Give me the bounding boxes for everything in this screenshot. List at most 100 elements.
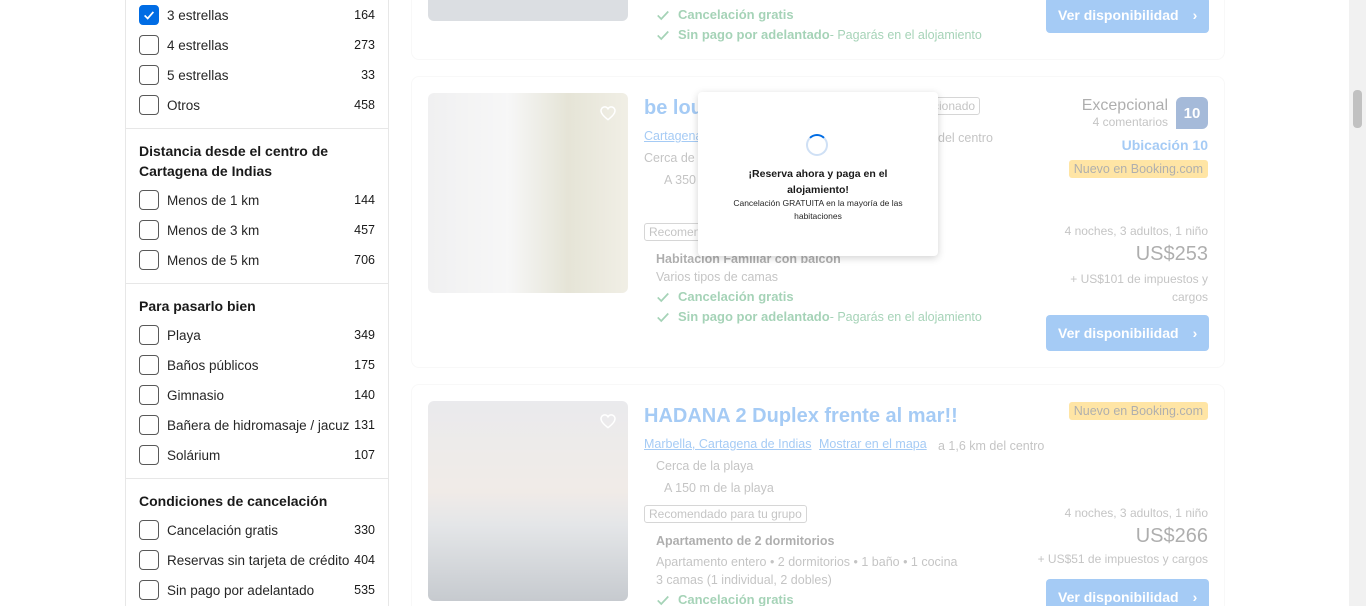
loading-subtitle: Cancelación GRATUITA en la mayoría de la… — [733, 198, 903, 221]
beach-distance: A 150 m de la playa — [664, 481, 774, 495]
filter-distance-3km[interactable]: Menos de 3 km 457 — [139, 215, 375, 245]
checkbox-checked[interactable] — [139, 5, 159, 25]
filter-count: 404 — [354, 553, 375, 567]
no-prepayment-label: Sin pago por adelantado — [678, 309, 830, 324]
scrollbar-thumb[interactable] — [1353, 90, 1362, 128]
no-prepayment-label: Sin pago por adelantado — [678, 27, 830, 42]
distance-text: del centro — [938, 131, 993, 145]
vertical-scrollbar[interactable] — [1349, 0, 1366, 606]
loading-dialog: ¡Reserva ahora y paga en el alojamiento!… — [698, 92, 938, 256]
filter-solarium[interactable]: Solárium 107 — [139, 440, 375, 470]
filter-group-stars: 3 estrellas 164 4 estrellas 273 5 estrel… — [126, 0, 388, 129]
property-title[interactable]: be lou — [644, 97, 703, 120]
review-block[interactable]: Excepcional 4 comentarios — [1082, 97, 1168, 129]
property-photo[interactable] — [428, 401, 628, 601]
filter-gym[interactable]: Gimnasio 140 — [139, 380, 375, 410]
filter-free-cancel[interactable]: Cancelación gratis 330 — [139, 515, 375, 545]
checkbox[interactable] — [139, 355, 159, 375]
filter-count: 535 — [354, 583, 375, 597]
filter-distance-1km[interactable]: Menos de 1 km 144 — [139, 185, 375, 215]
new-on-booking-badge: Nuevo en Booking.com — [1068, 160, 1208, 178]
filter-count: 140 — [354, 388, 375, 402]
loading-title: ¡Reserva ahora y paga en el alojamiento! — [748, 168, 888, 196]
no-prepayment: Sin pago por adelantado - Pagarás en el … — [656, 27, 982, 42]
see-availability-button[interactable]: Ver disponibilidad › — [1046, 0, 1209, 33]
stay-details: 4 noches, 3 adultos, 1 niño — [1064, 224, 1208, 238]
property-photo[interactable] — [428, 93, 628, 293]
filter-no-prepayment[interactable]: Sin pago por adelantado 535 — [139, 575, 375, 605]
chevron-right-icon: › — [1192, 589, 1198, 605]
filter-no-credit-card[interactable]: Reservas sin tarjeta de crédito 404 — [139, 545, 375, 575]
heart-icon[interactable] — [596, 101, 620, 125]
checkbox[interactable] — [139, 415, 159, 435]
checkbox[interactable] — [139, 520, 159, 540]
filter-distance-5km[interactable]: Menos de 5 km 706 — [139, 245, 375, 275]
filter-other-stars[interactable]: Otros 458 — [139, 90, 375, 120]
heart-icon[interactable] — [596, 409, 620, 433]
button-label: Ver disponibilidad — [1058, 325, 1179, 341]
see-availability-button[interactable]: Ver disponibilidad › — [1046, 315, 1209, 351]
filter-5-stars[interactable]: 5 estrellas 33 — [139, 60, 375, 90]
bed-types: 3 camas (1 individual, 2 dobles) — [656, 573, 832, 587]
location-score: Ubicación 10 — [1121, 137, 1208, 153]
filter-4-stars[interactable]: 4 estrellas 273 — [139, 30, 375, 60]
filter-count: 144 — [354, 193, 375, 207]
filter-group-fun: Para pasarlo bien Playa 349 Baños públic… — [126, 284, 388, 479]
filter-3-stars[interactable]: 3 estrellas 164 — [139, 0, 375, 30]
free-cancellation-label: Cancelación gratis — [678, 7, 794, 22]
location-link[interactable]: Marbella, Cartagena de Indias — [644, 437, 811, 451]
checkbox[interactable] — [139, 325, 159, 345]
free-cancellation-label: Cancelación gratis — [678, 592, 794, 606]
bed-types: Varios tipos de camas — [656, 270, 779, 284]
filter-group-title: Distancia desde el centro de Cartagena d… — [139, 143, 329, 179]
show-on-map-link[interactable]: Mostrar en el mapa — [819, 437, 927, 451]
filter-label: Baños públicos — [167, 357, 259, 373]
checkbox[interactable] — [139, 250, 159, 270]
filter-count: 164 — [354, 8, 375, 22]
filter-beach[interactable]: Playa 349 — [139, 320, 375, 350]
filter-label: Gimnasio — [167, 387, 225, 403]
no-prepayment-note: - Pagarás en el alojamiento — [829, 27, 982, 42]
free-cancellation-label: Cancelación gratis — [678, 289, 794, 304]
room-detail: Apartamento entero • 2 dormitorios • 1 b… — [656, 555, 958, 569]
checkbox[interactable] — [139, 95, 159, 115]
recommended-tag: Recomendado para tu grupo — [644, 505, 807, 523]
free-cancellation: Cancelación gratis — [656, 289, 794, 304]
checkbox[interactable] — [139, 445, 159, 465]
filter-label: Sin pago por adelantado — [167, 582, 315, 598]
property-photo[interactable] — [428, 0, 628, 21]
location-link[interactable]: Cartagena — [644, 129, 702, 143]
property-card: HADANA 2 Duplex frente al mar!! Marbella… — [411, 384, 1225, 606]
taxes: + US$51 de impuestos y cargos — [1037, 552, 1208, 566]
filter-public-baths[interactable]: Baños públicos 175 — [139, 350, 375, 380]
checkbox[interactable] — [139, 65, 159, 85]
see-availability-button[interactable]: Ver disponibilidad › — [1046, 579, 1209, 606]
checkbox[interactable] — [139, 385, 159, 405]
checkbox[interactable] — [139, 220, 159, 240]
checkbox[interactable] — [139, 190, 159, 210]
filter-jacuzzi[interactable]: Bañera de hidromasaje / jacuzzi 131 — [139, 410, 375, 440]
property-title[interactable]: HADANA 2 Duplex frente al mar!! — [644, 405, 958, 428]
rating-word: Excepcional — [1081, 97, 1168, 114]
button-label: Ver disponibilidad — [1058, 7, 1179, 23]
taxes: + US$101 de impuestos y cargos — [1070, 272, 1208, 304]
checkbox[interactable] — [139, 580, 159, 600]
filter-label: Menos de 1 km — [167, 192, 260, 208]
check-icon — [144, 11, 155, 20]
filter-label: Menos de 5 km — [167, 252, 260, 268]
free-cancellation: Cancelación gratis — [656, 7, 794, 22]
check-icon — [657, 312, 669, 322]
filter-group-title: Condiciones de cancelación — [139, 493, 328, 509]
score-badge: 10 — [1176, 97, 1208, 129]
filter-label: 4 estrellas — [167, 37, 229, 53]
filter-count: 175 — [354, 358, 375, 372]
checkbox[interactable] — [139, 550, 159, 570]
page: 3 estrellas 164 4 estrellas 273 5 estrel… — [0, 0, 1366, 606]
checkbox[interactable] — [139, 35, 159, 55]
beach-distance: A 350 — [664, 173, 696, 187]
filter-count: 706 — [354, 253, 375, 267]
chevron-right-icon: › — [1192, 7, 1198, 23]
filter-label: 5 estrellas — [167, 67, 229, 83]
filter-label: Cancelación gratis — [167, 522, 279, 538]
filter-label: 3 estrellas — [167, 7, 229, 23]
